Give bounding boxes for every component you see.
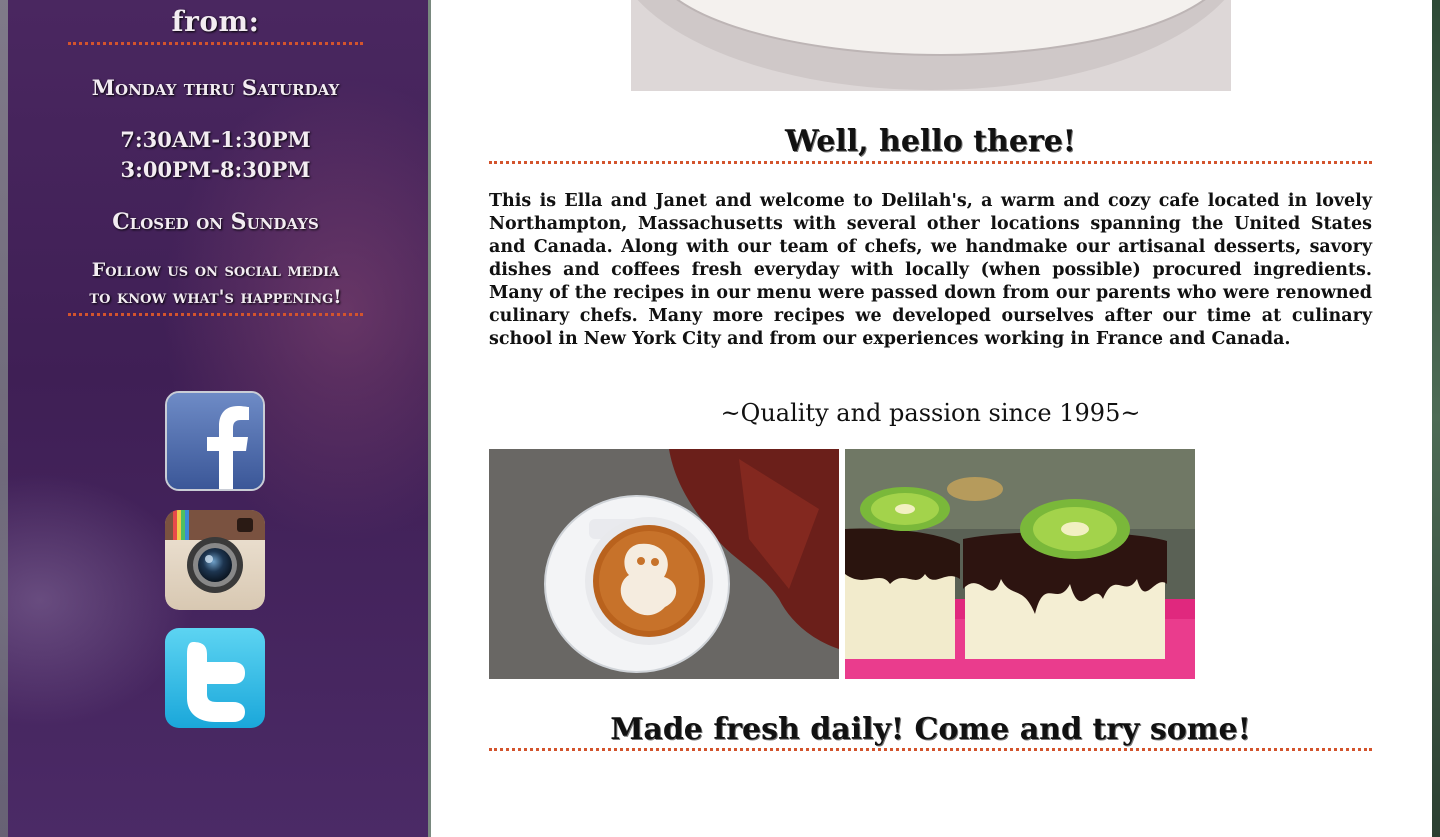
morning-hours: 7:30AM-1:30PM	[120, 127, 311, 152]
latte-image	[489, 449, 839, 679]
fresh-daily-heading: Made fresh daily! Come and try some!	[610, 712, 1251, 747]
divider	[68, 42, 363, 45]
intro-paragraph: This is Ella and Janet and welcome to De…	[489, 191, 1372, 349]
plate-image	[631, 0, 1231, 91]
twitter-icon	[187, 642, 245, 722]
facebook-link[interactable]	[165, 391, 265, 491]
latte-art-photo	[489, 449, 839, 679]
opening-hours: 7:30AM-1:30PM 3:00PM-8:30PM	[68, 125, 363, 185]
open-days: Monday thru Saturday	[91, 75, 340, 100]
divider	[489, 748, 1372, 751]
tagline: ~Quality and passion since 1995~	[720, 399, 1141, 427]
follow-prompt: Follow us on social media to know what's…	[89, 259, 342, 308]
hours-title: from:	[171, 5, 260, 38]
twitter-link[interactable]	[165, 628, 265, 728]
cake-image	[845, 449, 1195, 679]
facebook-icon	[167, 393, 263, 489]
page-edge	[1432, 0, 1440, 837]
divider	[68, 313, 363, 316]
instagram-icon	[165, 510, 265, 610]
divider	[489, 161, 1372, 164]
evening-hours: 3:00PM-8:30PM	[120, 157, 311, 182]
sidebar: from: Monday thru Saturday 7:30AM-1:30PM…	[0, 0, 428, 837]
closed-notice: Closed on Sundays	[112, 209, 319, 235]
main-content: Well, hello there! This is Ella and Jane…	[428, 0, 1432, 837]
hero-dish-photo	[631, 0, 1231, 91]
instagram-link[interactable]	[165, 510, 265, 610]
welcome-heading: Well, hello there!	[785, 124, 1076, 159]
hours-panel: from: Monday thru Saturday 7:30AM-1:30PM…	[68, 0, 363, 316]
chocolate-kiwi-cake-photo	[845, 449, 1195, 679]
